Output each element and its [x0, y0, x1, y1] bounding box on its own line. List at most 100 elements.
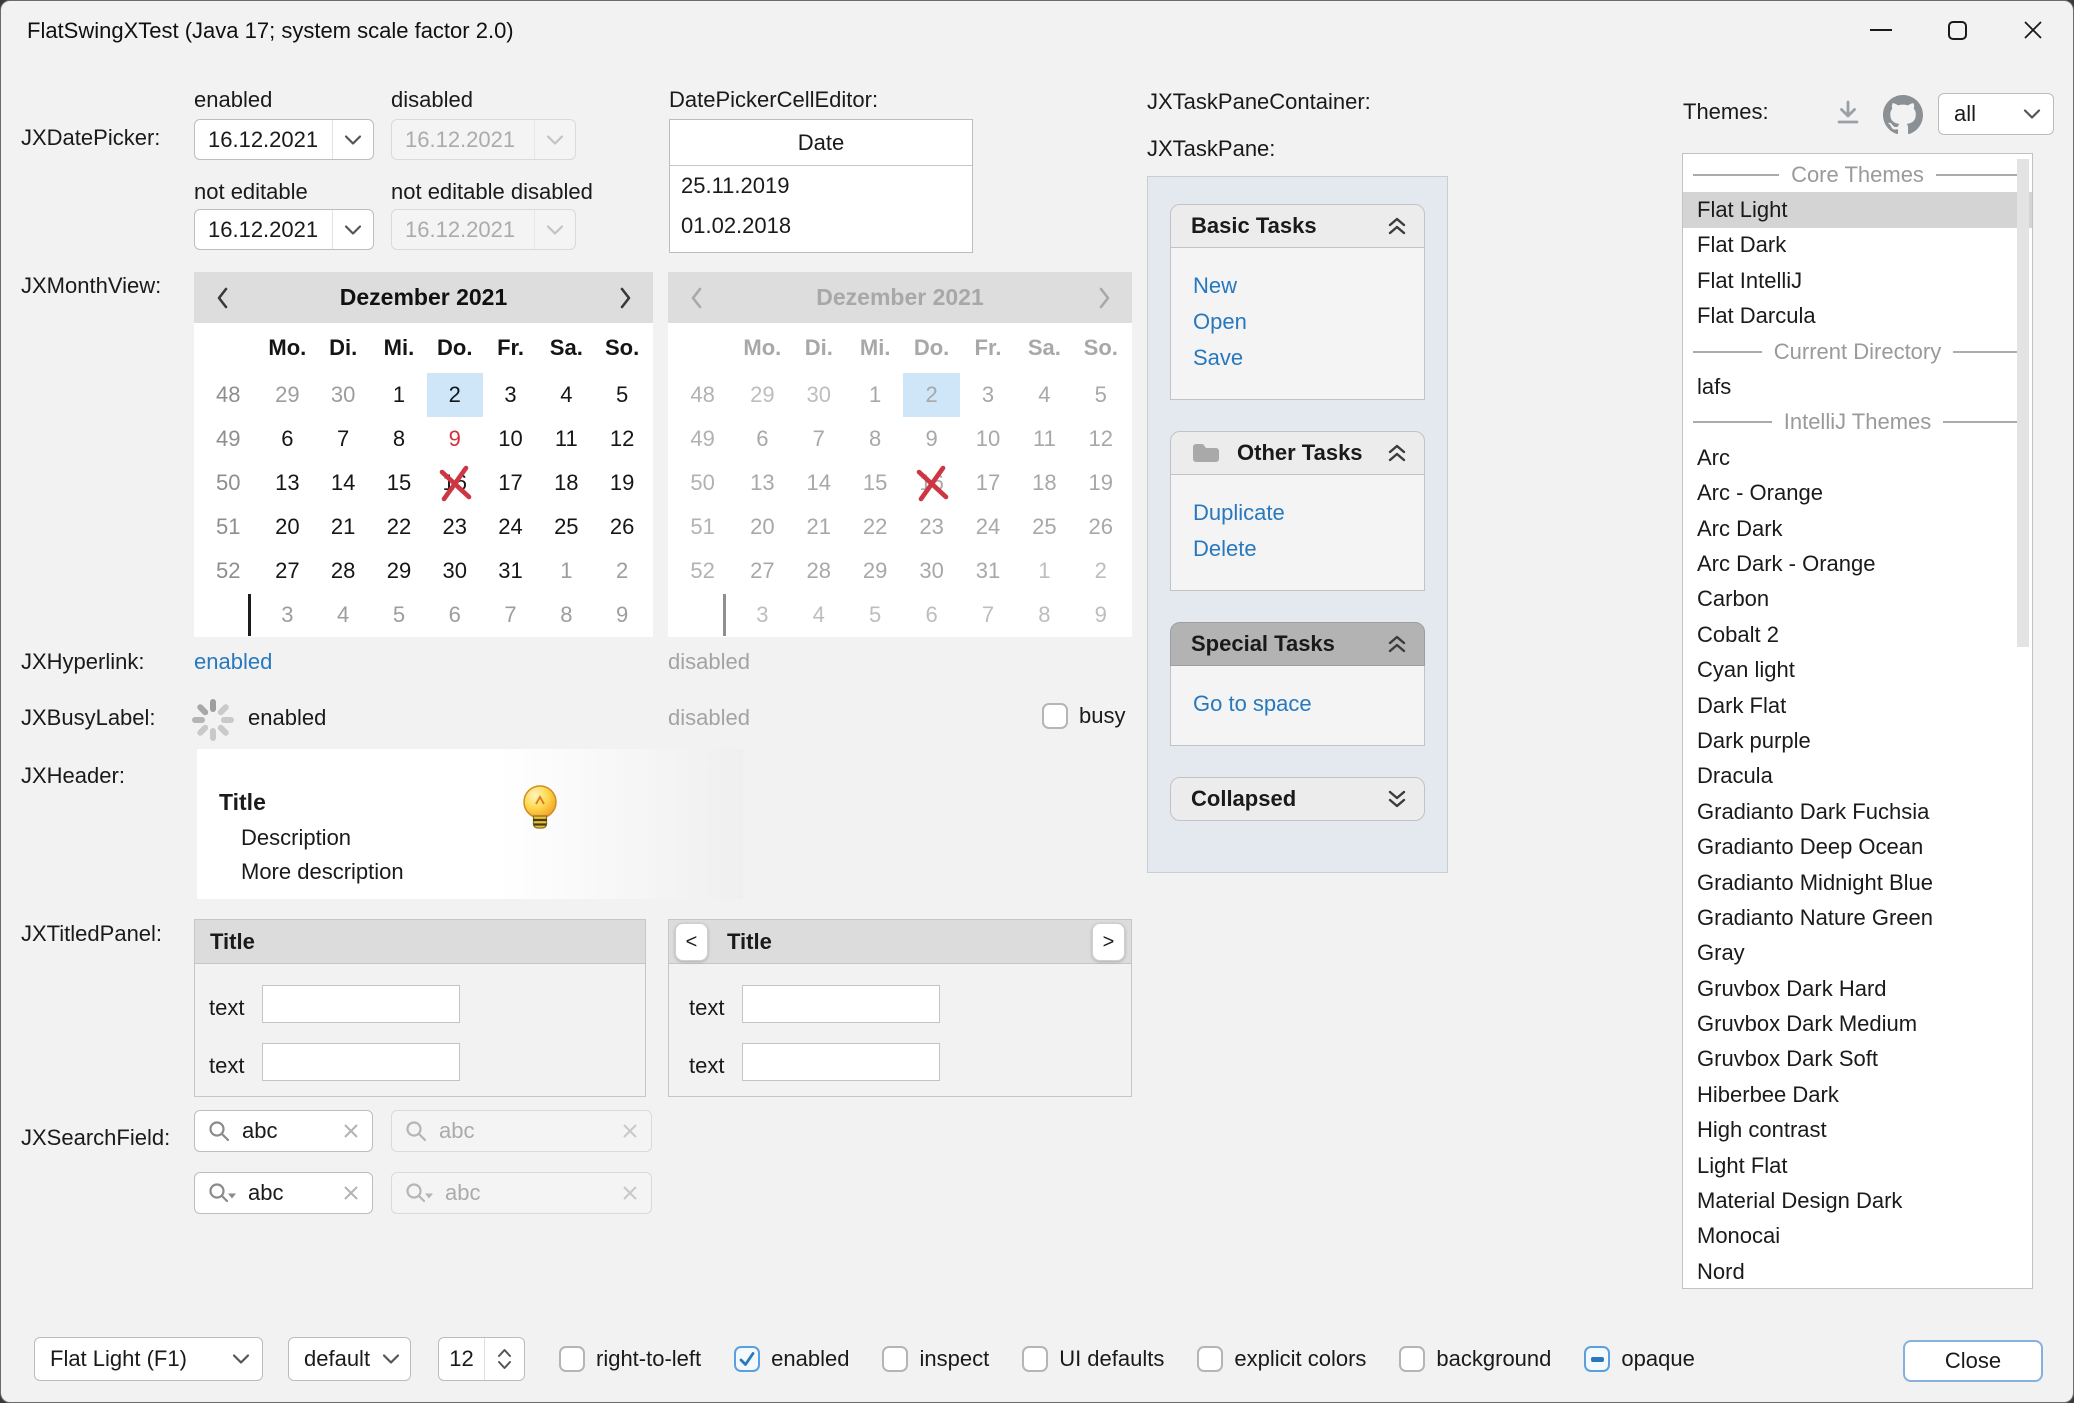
- calendar-day-cell[interactable]: 28: [315, 549, 371, 593]
- close-button[interactable]: Close: [1903, 1340, 2043, 1382]
- calendar-day-cell[interactable]: 29: [259, 373, 315, 417]
- theme-list-item[interactable]: Carbon: [1683, 582, 2032, 617]
- themes-list[interactable]: Core ThemesFlat LightFlat DarkFlat Intel…: [1682, 153, 2033, 1289]
- taskpane-header[interactable]: Collapsed: [1170, 777, 1425, 821]
- calendar-day-cell[interactable]: 8: [538, 593, 594, 637]
- font-size-spinner[interactable]: 12: [438, 1337, 525, 1381]
- theme-list-item[interactable]: Gruvbox Dark Medium: [1683, 1006, 2032, 1041]
- search-menu-icon[interactable]: [207, 1181, 237, 1205]
- themes-filter-combo[interactable]: all: [1938, 93, 2054, 135]
- theme-list-item[interactable]: Cyan light: [1683, 652, 2032, 687]
- calendar-day-cell[interactable]: 15: [371, 461, 427, 505]
- checkbox-box[interactable]: [882, 1346, 908, 1372]
- calendar-day-cell[interactable]: 30: [427, 549, 483, 593]
- download-icon[interactable]: [1831, 97, 1865, 131]
- search-field-enabled[interactable]: abc: [194, 1110, 373, 1152]
- collapse-icon[interactable]: [1386, 634, 1408, 654]
- task-link[interactable]: New: [1193, 268, 1424, 304]
- task-link[interactable]: Go to space: [1193, 686, 1424, 722]
- theme-list-item[interactable]: Arc - Orange: [1683, 476, 2032, 511]
- checkbox-busy[interactable]: busy: [1042, 703, 1125, 729]
- theme-list-item[interactable]: Arc Dark: [1683, 511, 2032, 546]
- style-combo[interactable]: default: [288, 1337, 411, 1381]
- datepicker-dropdown-button[interactable]: [332, 120, 373, 159]
- theme-list-item[interactable]: Gray: [1683, 936, 2032, 971]
- calendar-day-cell[interactable]: 24: [483, 505, 539, 549]
- text-field[interactable]: [742, 985, 940, 1023]
- datepicker-not-editable[interactable]: 16.12.2021: [194, 209, 374, 250]
- calendar-day-cell[interactable]: 26: [594, 505, 650, 549]
- title-bar[interactable]: FlatSwingXTest (Java 17; system scale fa…: [1, 1, 2073, 61]
- theme-list-item[interactable]: lafs: [1683, 369, 2032, 404]
- calendar-day-cell[interactable]: 22: [371, 505, 427, 549]
- theme-list-item[interactable]: Gradianto Nature Green: [1683, 900, 2032, 935]
- calendar-day-cell[interactable]: 9: [594, 593, 650, 637]
- checkbox-box[interactable]: [734, 1346, 760, 1372]
- task-link[interactable]: Delete: [1193, 531, 1424, 567]
- laf-combo[interactable]: Flat Light (F1): [34, 1337, 263, 1381]
- checkbox-enabled[interactable]: enabled: [734, 1346, 849, 1372]
- theme-list-item[interactable]: Gradianto Deep Ocean: [1683, 829, 2032, 864]
- calendar-day-cell[interactable]: 7: [483, 593, 539, 637]
- text-field[interactable]: [262, 1043, 460, 1081]
- spinner-value[interactable]: 12: [439, 1338, 484, 1380]
- theme-list-item[interactable]: Flat Light: [1683, 192, 2032, 227]
- calendar-day-cell[interactable]: 27: [259, 549, 315, 593]
- theme-list-item[interactable]: Dracula: [1683, 759, 2032, 794]
- spinner-arrows[interactable]: [484, 1338, 524, 1380]
- checkbox-box[interactable]: [1042, 703, 1068, 729]
- calendar-day-cell[interactable]: 3: [259, 593, 315, 637]
- calendar-day-cell[interactable]: 1: [371, 373, 427, 417]
- checkbox-opaque[interactable]: opaque: [1584, 1346, 1694, 1372]
- calendar-day-cell[interactable]: 6: [427, 593, 483, 637]
- theme-list-item[interactable]: Hiberbee Dark: [1683, 1077, 2032, 1112]
- close-window-button[interactable]: [1995, 1, 2071, 59]
- table-column-header[interactable]: Date: [670, 120, 972, 166]
- theme-list-item[interactable]: Gradianto Dark Fuchsia: [1683, 794, 2032, 829]
- github-icon[interactable]: [1883, 95, 1923, 135]
- theme-list-item[interactable]: Arc: [1683, 440, 2032, 475]
- prev-month-icon[interactable]: [194, 285, 250, 311]
- table-row[interactable]: 01.02.2018: [670, 206, 972, 246]
- collapse-icon[interactable]: [1386, 443, 1408, 463]
- checkbox-box[interactable]: [559, 1346, 585, 1372]
- calendar-day-cell[interactable]: 4: [315, 593, 371, 637]
- theme-list-item[interactable]: High contrast: [1683, 1113, 2032, 1148]
- theme-list-item[interactable]: Nord: [1683, 1254, 2032, 1289]
- calendar-day-cell[interactable]: 9: [427, 417, 483, 461]
- checkbox-ui-defaults[interactable]: UI defaults: [1022, 1346, 1164, 1372]
- taskpane-header[interactable]: Special Tasks: [1170, 622, 1425, 666]
- calendar-day-cell[interactable]: 20: [259, 505, 315, 549]
- calendar-day-cell[interactable]: 2: [427, 373, 483, 417]
- taskpane-header[interactable]: Other Tasks: [1170, 431, 1425, 475]
- hyperlink-enabled[interactable]: enabled: [194, 649, 272, 675]
- calendar-day-cell[interactable]: 10: [483, 417, 539, 461]
- calendar-day-cell[interactable]: 17: [483, 461, 539, 505]
- theme-list-item[interactable]: Light Flat: [1683, 1148, 2032, 1183]
- checkbox-box[interactable]: [1022, 1346, 1048, 1372]
- task-link[interactable]: Save: [1193, 340, 1424, 376]
- calendar-day-cell[interactable]: 23: [427, 505, 483, 549]
- task-link[interactable]: Open: [1193, 304, 1424, 340]
- calendar-day-cell[interactable]: 2: [594, 549, 650, 593]
- text-field[interactable]: [742, 1043, 940, 1081]
- checkbox-box[interactable]: [1399, 1346, 1425, 1372]
- calendar-day-cell[interactable]: 31: [483, 549, 539, 593]
- theme-list-item[interactable]: Cobalt 2: [1683, 617, 2032, 652]
- calendar-day-cell[interactable]: 1: [538, 549, 594, 593]
- calendar-day-cell[interactable]: 13: [259, 461, 315, 505]
- checkbox-explicit-colors[interactable]: explicit colors: [1197, 1346, 1366, 1372]
- calendar-day-cell[interactable]: 21: [315, 505, 371, 549]
- theme-list-item[interactable]: Flat Darcula: [1683, 299, 2032, 334]
- calendar-day-cell[interactable]: 6: [259, 417, 315, 461]
- checkbox-box[interactable]: [1584, 1346, 1610, 1372]
- checkbox-right-to-left[interactable]: right-to-left: [559, 1346, 701, 1372]
- theme-list-item[interactable]: Dark purple: [1683, 723, 2032, 758]
- theme-list-item[interactable]: Material Design Dark: [1683, 1183, 2032, 1218]
- calendar-day-cell[interactable]: 11: [538, 417, 594, 461]
- clear-icon[interactable]: [342, 1184, 360, 1202]
- next-month-icon[interactable]: [597, 285, 653, 311]
- theme-list-item[interactable]: Gruvbox Dark Hard: [1683, 971, 2032, 1006]
- maximize-button[interactable]: [1919, 1, 1995, 59]
- calendar-day-cell[interactable]: 12: [594, 417, 650, 461]
